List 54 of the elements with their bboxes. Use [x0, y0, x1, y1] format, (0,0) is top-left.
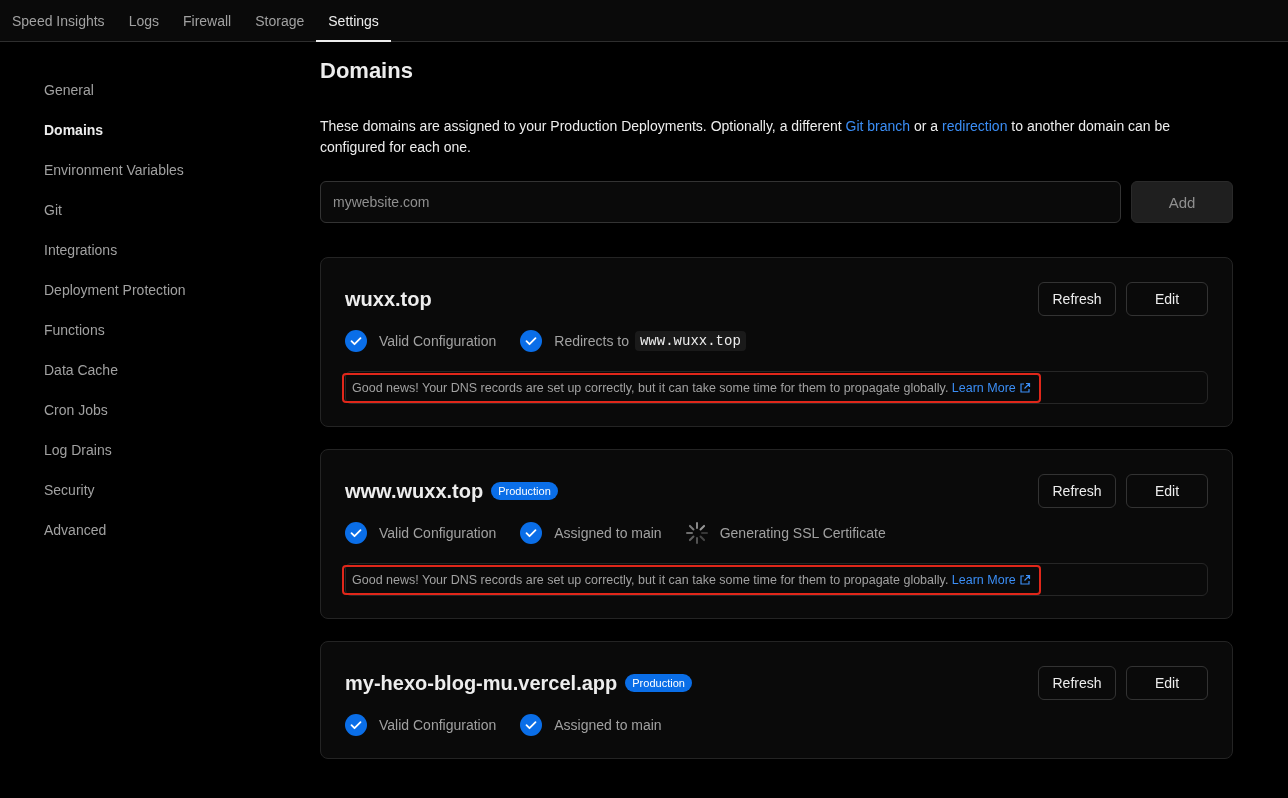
- sidebar-item[interactable]: Git: [44, 202, 62, 218]
- sidebar-item[interactable]: Security: [44, 482, 95, 498]
- nav-tab[interactable]: Logs: [116, 0, 171, 41]
- check-circle-icon: [520, 714, 543, 736]
- nav-tab[interactable]: Firewall: [171, 0, 244, 41]
- status-label: Valid Configuration: [379, 525, 497, 541]
- domain-name: www.wuxx.top: [345, 479, 484, 503]
- nav-tab[interactable]: Storage: [243, 0, 317, 41]
- check-circle-icon: [345, 330, 367, 352]
- card-button[interactable]: Edit: [1126, 282, 1208, 316]
- domain-name: wuxx.top: [345, 287, 432, 311]
- check-circle-icon: [520, 330, 543, 352]
- production-badge: Production: [625, 674, 692, 692]
- nav-tab[interactable]: Settings: [316, 0, 391, 41]
- sidebar-item[interactable]: Domains: [44, 122, 104, 138]
- sidebar-item[interactable]: Data Cache: [44, 362, 118, 378]
- card-button[interactable]: Refresh: [1038, 666, 1116, 700]
- sidebar-item[interactable]: Environment Variables: [44, 162, 184, 178]
- notice-text: Good news! Your DNS records are set up correctly, but it can take some time for them to propagate globally. Learn More: [352, 380, 1031, 395]
- learn-more-link[interactable]: Learn More: [951, 572, 1031, 587]
- sidebar-item[interactable]: General: [44, 82, 94, 98]
- page-title: Domains: [320, 57, 414, 85]
- status-label: Assigned to main: [554, 717, 662, 733]
- external-link-icon: [1018, 573, 1031, 586]
- learn-more-link[interactable]: Learn More: [951, 380, 1031, 395]
- status-label: Redirects to: [554, 333, 629, 349]
- check-circle-icon: [345, 714, 367, 736]
- status-label: Valid Configuration: [379, 333, 497, 349]
- nav-tab[interactable]: Speed Insights: [0, 0, 117, 41]
- card-button[interactable]: Edit: [1126, 474, 1208, 508]
- card-button[interactable]: Refresh: [1038, 474, 1116, 508]
- text-link[interactable]: redirection: [942, 118, 1008, 134]
- description-text: These domains are assigned to your Production Deployments. Optionally, a different Git branch or a redirection to another domain can be configured for each one.: [320, 117, 1172, 157]
- production-badge: Production: [491, 482, 558, 500]
- domain-code: www.wuxx.top: [634, 331, 746, 351]
- domain-input-field[interactable]: mywebsite.com: [320, 181, 1121, 223]
- sidebar-item[interactable]: Integrations: [44, 242, 118, 258]
- status-label: Valid Configuration: [379, 717, 497, 733]
- check-circle-icon: [520, 522, 543, 544]
- sidebar-item[interactable]: Advanced: [44, 522, 107, 538]
- check-circle-icon: [345, 522, 367, 544]
- status-label: Generating SSL Certificate: [719, 525, 886, 541]
- sidebar-item[interactable]: Log Drains: [44, 442, 112, 458]
- sidebar-item[interactable]: Functions: [44, 322, 105, 338]
- external-link-icon: [1018, 381, 1031, 394]
- domain-name: my-hexo-blog-mu.vercel.app: [345, 671, 618, 695]
- notice-text: Good news! Your DNS records are set up correctly, but it can take some time for them to propagate globally. Learn More: [352, 572, 1031, 587]
- card-button[interactable]: Refresh: [1038, 282, 1116, 316]
- card-button[interactable]: Edit: [1126, 666, 1208, 700]
- sidebar-item[interactable]: Cron Jobs: [44, 402, 108, 418]
- text-link[interactable]: Git branch: [845, 118, 911, 134]
- spinner-icon: [685, 522, 708, 544]
- sidebar-item[interactable]: Deployment Protection: [44, 282, 186, 298]
- status-label: Assigned to main: [554, 525, 662, 541]
